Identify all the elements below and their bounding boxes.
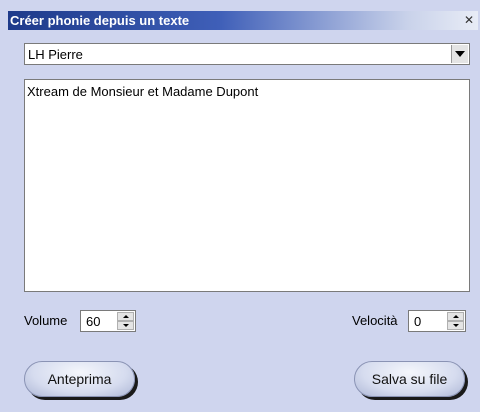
volume-value: 60 bbox=[86, 314, 101, 329]
volume-stepper[interactable]: 60 bbox=[80, 310, 136, 332]
title-bar: Créer phonie depuis un texte ✕ bbox=[8, 11, 478, 30]
arrow-down-icon bbox=[452, 324, 459, 327]
close-icon[interactable]: ✕ bbox=[462, 12, 476, 28]
save-to-file-button[interactable]: Salva su file bbox=[354, 361, 465, 397]
arrow-down-icon bbox=[122, 324, 129, 327]
arrow-up-icon bbox=[452, 315, 459, 318]
volume-label: Volume bbox=[24, 313, 68, 328]
speed-increment-button[interactable] bbox=[447, 312, 464, 321]
text-content: Xtream de Monsieur et Madame Dupont bbox=[27, 84, 259, 99]
dropdown-button[interactable] bbox=[451, 45, 468, 63]
speed-stepper[interactable]: 0 bbox=[408, 310, 466, 332]
voice-select-value: LH Pierre bbox=[28, 47, 83, 62]
volume-decrement-button[interactable] bbox=[117, 321, 134, 330]
arrow-up-icon bbox=[122, 315, 129, 318]
speed-label: Velocità bbox=[352, 313, 398, 328]
window-title: Créer phonie depuis un texte bbox=[10, 13, 190, 28]
volume-increment-button[interactable] bbox=[117, 312, 134, 321]
preview-button[interactable]: Anteprima bbox=[24, 361, 135, 397]
text-input-area[interactable]: Xtream de Monsieur et Madame Dupont bbox=[24, 79, 470, 292]
chevron-down-icon bbox=[455, 51, 465, 57]
dialog-window: Créer phonie depuis un texte ✕ LH Pierre… bbox=[0, 0, 480, 412]
speed-decrement-button[interactable] bbox=[447, 321, 464, 330]
voice-select[interactable]: LH Pierre bbox=[24, 43, 470, 65]
speed-value: 0 bbox=[414, 314, 422, 329]
